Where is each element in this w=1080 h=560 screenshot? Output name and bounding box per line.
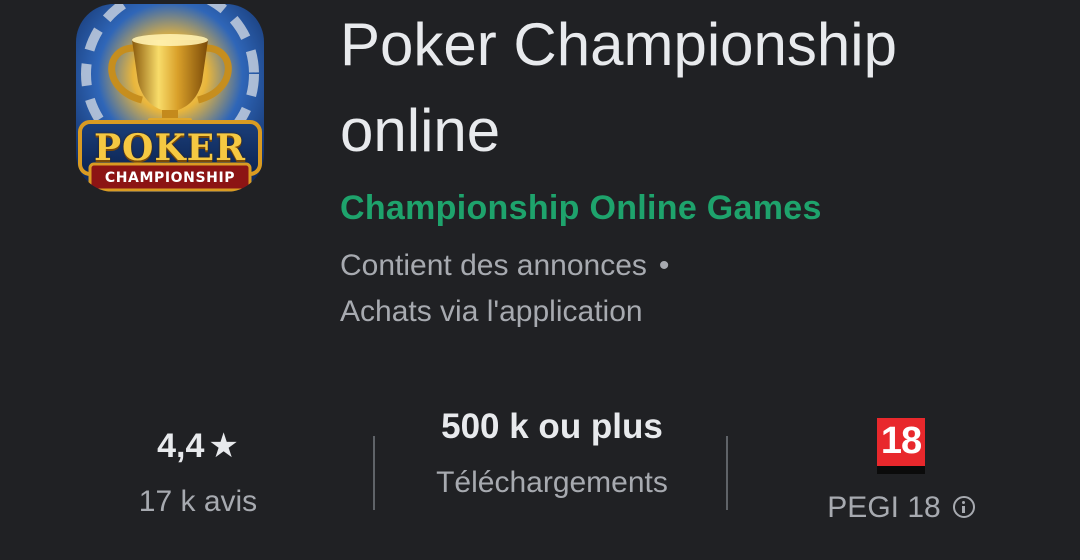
stat-divider [726,436,728,510]
iap-notice: Achats via l'application [340,295,643,328]
star-icon: ★ [208,427,239,465]
downloads-label: Téléchargements [436,466,668,499]
review-count: 17 k avis [138,485,258,518]
developer-link[interactable]: Championship Online Games [340,186,822,230]
rating-value-row: 4,4 ★ [98,424,298,468]
pegi-label-row: PEGI 18 [796,486,1006,530]
ads-notice: Contient des annonces [340,249,647,282]
app-meta: Contient des annonces • Achats via l'appl… [340,243,760,335]
pegi-badge-number: 18 [880,420,922,462]
stat-divider [373,436,375,510]
downloads-value: 500 k ou plus [441,407,663,446]
app-icon: POKER CHAMPIONSHIP [76,4,264,192]
icon-championship-text: CHAMPIONSHIP [104,170,236,186]
pegi-18-badge: 18 [877,418,925,474]
rating-value: 4,4 [157,427,205,465]
rating-stat[interactable]: 4,4 ★ 17 k avis [98,424,298,522]
icon-poker-text: POKER [93,127,247,169]
meta-separator: • [658,249,670,282]
info-icon[interactable] [952,496,975,518]
downloads-stat: 500 k ou plus Téléchargements [402,400,702,560]
app-title: Poker Championship online [340,11,897,164]
content-rating-stat[interactable]: 18 PEGI 18 [796,418,1006,530]
pegi-label: PEGI 18 [827,491,941,524]
